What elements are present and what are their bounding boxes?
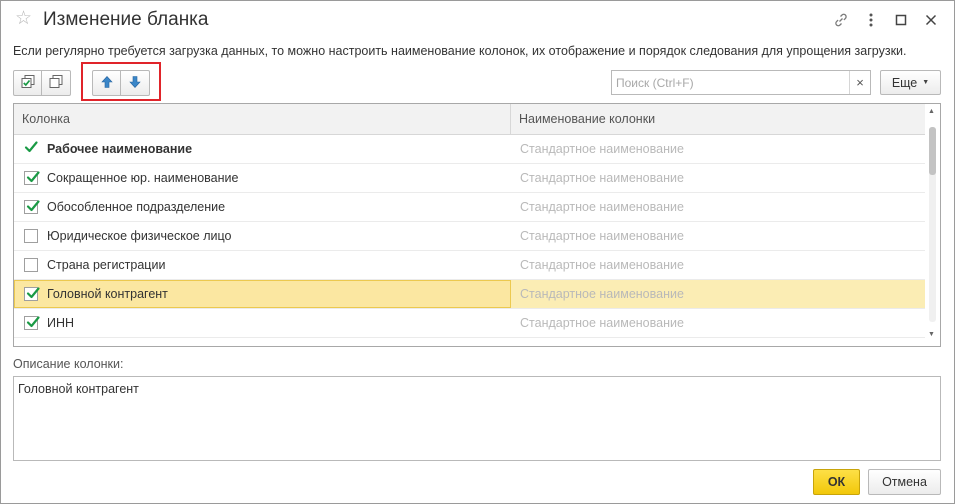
display-name-cell[interactable]: Стандартное наименование	[511, 193, 926, 221]
hint-text: Если регулярно требуется загрузка данных…	[13, 44, 907, 58]
ok-button[interactable]: ОК	[813, 469, 860, 495]
table-row[interactable]: Рабочее наименование Стандартное наименов…	[14, 135, 926, 164]
link-icon[interactable]	[826, 9, 856, 31]
description-field[interactable]: Головной контрагент	[13, 376, 941, 461]
checkbox-unchecked[interactable]	[24, 258, 38, 272]
caret-down-icon: ▼	[922, 79, 930, 86]
search-box: ×	[611, 70, 871, 95]
display-name-cell[interactable]: Стандартное наименование	[511, 222, 926, 250]
more-button-label: Еще	[891, 75, 918, 90]
display-name-cell[interactable]: Стандартное наименование	[511, 164, 926, 192]
star-icon[interactable]: ☆	[15, 9, 32, 29]
dialog-title: Изменение бланка	[43, 9, 209, 30]
title-bar-controls	[826, 9, 946, 31]
table-row[interactable]: ИНН Стандартное наименование	[14, 309, 926, 338]
description-label: Описание колонки:	[13, 357, 124, 371]
display-name-cell[interactable]: Стандартное наименование	[511, 280, 926, 308]
scroll-thumb[interactable]	[929, 127, 936, 175]
row-label: Страна регистрации	[47, 258, 166, 272]
more-vertical-icon[interactable]	[856, 9, 886, 31]
table-row[interactable]: Юридическое физическое лицо Стандартное н…	[14, 222, 926, 251]
maximize-icon[interactable]	[886, 9, 916, 31]
more-button[interactable]: Еще ▼	[880, 70, 941, 95]
clear-search-icon[interactable]: ×	[849, 71, 870, 94]
scroll-up-icon[interactable]: ▲	[928, 108, 935, 115]
display-name-cell[interactable]: Стандартное наименование	[511, 251, 926, 279]
row-label: Головной контрагент	[47, 287, 168, 301]
table-header: Колонка Наименование колонки	[14, 104, 926, 135]
column-header-display-name[interactable]: Наименование колонки	[511, 104, 926, 135]
column-cell[interactable]: Сокращенное юр. наименование	[14, 164, 511, 192]
row-label: ИНН	[47, 316, 75, 330]
highlight-frame	[81, 62, 161, 101]
table-row[interactable]: Обособленное подразделение Стандартное на…	[14, 193, 926, 222]
vertical-scrollbar[interactable]: ▲ ▼	[925, 104, 940, 346]
row-label: Обособленное подразделение	[47, 200, 226, 214]
check-button-group	[13, 70, 71, 96]
row-label: Рабочее наименование	[47, 142, 193, 156]
check-all-button[interactable]	[13, 70, 42, 96]
column-cell[interactable]: Страна регистрации	[14, 251, 511, 279]
table-row[interactable]: Головной контрагент Стандартное наименова…	[14, 280, 926, 309]
column-cell[interactable]: ИНН	[14, 309, 511, 337]
cancel-button[interactable]: Отмена	[868, 469, 941, 495]
table-row[interactable]: Сокращенное юр. наименование Стандартное …	[14, 164, 926, 193]
checkbox-checked[interactable]	[24, 316, 40, 330]
check-all-icon	[20, 74, 36, 93]
column-cell[interactable]: Головной контрагент	[14, 280, 511, 308]
title-bar: ☆ Изменение бланка	[1, 1, 954, 39]
uncheck-all-button[interactable]	[42, 70, 71, 96]
row-label: Юридическое физическое лицо	[47, 229, 232, 243]
column-cell[interactable]: Обособленное подразделение	[14, 193, 511, 221]
checkbox-unchecked[interactable]	[24, 229, 38, 243]
checkbox-checked[interactable]	[24, 287, 40, 301]
table-body: Рабочее наименование Стандартное наименов…	[14, 135, 926, 338]
uncheck-all-icon	[48, 74, 64, 93]
checkmark-icon	[23, 139, 39, 158]
row-label: Сокращенное юр. наименование	[47, 171, 239, 185]
checkbox-checked[interactable]	[24, 200, 40, 214]
search-input[interactable]	[612, 71, 850, 94]
scroll-down-icon[interactable]: ▼	[928, 331, 935, 338]
display-name-cell[interactable]: Стандартное наименование	[511, 135, 926, 163]
column-cell[interactable]: Юридическое физическое лицо	[14, 222, 511, 250]
column-header-column[interactable]: Колонка	[14, 104, 511, 135]
dialog-window: ☆ Изменение бланка Если регулярно требуе…	[0, 0, 955, 504]
column-cell[interactable]: Рабочее наименование	[14, 135, 511, 163]
checkbox-checked[interactable]	[24, 171, 40, 185]
table-row[interactable]: Страна регистрации Стандартное наименован…	[14, 251, 926, 280]
display-name-cell[interactable]: Стандартное наименование	[511, 309, 926, 337]
columns-table: Колонка Наименование колонки Рабочее наи…	[13, 103, 941, 347]
close-icon[interactable]	[916, 9, 946, 31]
